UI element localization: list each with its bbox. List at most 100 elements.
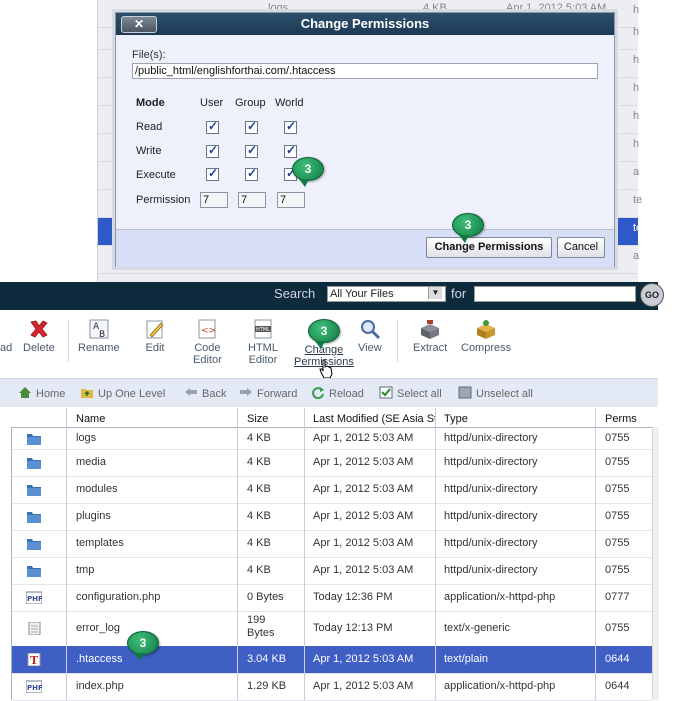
folder-icon [27, 433, 41, 445]
type-column-header[interactable]: Type [444, 413, 468, 425]
file-type-cell: httpd/unix-directory [444, 564, 538, 576]
background-row-tail: h [633, 82, 640, 94]
rename-icon: AB [89, 319, 109, 340]
cancel-button[interactable]: Cancel [557, 237, 605, 258]
select-all-button[interactable]: Select all [379, 386, 442, 400]
table-row[interactable]: error_log 199 Bytes Today 12:13 PM text/x-g… [12, 611, 652, 647]
file-type-cell: httpd/unix-directory [444, 483, 538, 495]
write-row-label: Write [136, 145, 162, 157]
read-row-label: Read [136, 121, 163, 133]
edit-button[interactable]: Edit [144, 318, 166, 354]
table-row[interactable]: tmp 4 KB Apr 1, 2012 5:03 AM httpd/unix-dir… [12, 557, 652, 585]
back-button[interactable]: Back [184, 386, 226, 400]
rename-button[interactable]: AB Rename [78, 318, 120, 354]
html-editor-button[interactable]: HTML HTML Editor [248, 318, 278, 366]
reload-button[interactable]: Reload [311, 386, 364, 400]
select-all-label: Select all [397, 388, 442, 400]
table-scrollbar[interactable] [652, 427, 659, 700]
user-write-checkbox[interactable] [206, 143, 219, 158]
user-read-checkbox[interactable] [206, 119, 219, 134]
folder-icon [27, 458, 41, 469]
home-icon [19, 387, 31, 398]
search-label: Search [274, 286, 316, 301]
extract-button[interactable]: Extract [413, 318, 447, 354]
file-type-cell: httpd/unix-directory [444, 537, 538, 549]
file-size-cell: 4 KB [247, 431, 271, 444]
table-row[interactable]: plugins 4 KB Apr 1, 2012 5:03 AM httpd/unix… [12, 503, 652, 531]
files-field[interactable]: /public_html/englishforthai.com/.htacces… [132, 63, 598, 79]
table-row[interactable]: media 4 KB Apr 1, 2012 5:03 AM httpd/unix-d… [12, 449, 652, 477]
file-type-cell: text/plain [444, 653, 489, 665]
group-write-checkbox[interactable] [245, 143, 258, 158]
compress-button[interactable]: Compress [461, 318, 511, 354]
column-divider [237, 408, 238, 700]
dialog-title: Change Permissions [116, 13, 614, 35]
download-button[interactable]: ad [0, 342, 12, 354]
file-modified-cell: Apr 1, 2012 5:03 AM [313, 431, 414, 444]
user-column-label: User [200, 97, 224, 109]
file-modified-cell: Apr 1, 2012 5:03 AM [313, 483, 414, 495]
user-permission-field[interactable]: 7 [200, 192, 228, 208]
file-name-cell: .htaccess [76, 653, 123, 665]
checked-box-icon [379, 386, 393, 399]
background-row-tail: te [633, 222, 643, 234]
table-row[interactable]: PHP index.php 1.29 KB Apr 1, 2012 5:03 AM ap… [12, 673, 652, 701]
column-divider [595, 408, 596, 700]
files-label: File(s): [132, 49, 166, 61]
world-read-checkbox[interactable] [284, 119, 297, 134]
size-column-header[interactable]: Size [247, 413, 268, 425]
extract-box-icon [421, 320, 440, 339]
view-button[interactable]: View [358, 318, 382, 354]
table-row[interactable]: PHP configuration.php 0 Bytes Today 12:36 P… [12, 584, 652, 612]
php-icon: PHP [26, 591, 42, 604]
folder-icon [27, 485, 41, 496]
world-permission-field[interactable]: 7 [277, 192, 305, 208]
table-row[interactable]: templates 4 KB Apr 1, 2012 5:03 AM httpd/un… [12, 530, 652, 558]
file-perms-cell: 0755 [605, 564, 630, 576]
file-size-cell: 4 KB [247, 456, 271, 468]
world-write-checkbox[interactable] [284, 143, 297, 158]
execute-row-label: Execute [136, 169, 176, 181]
file-perms-cell: 0644 [605, 653, 630, 665]
hand-cursor-icon [319, 359, 333, 379]
svg-text:T: T [30, 654, 39, 666]
svg-text:PHP: PHP [27, 684, 42, 692]
user-execute-checkbox[interactable] [206, 166, 219, 181]
modified-column-header[interactable]: Last Modified (SE Asia St [313, 413, 435, 425]
change-permissions-button[interactable]: Change Permissions [426, 237, 552, 258]
chevron-down-icon[interactable]: ▼ [428, 287, 442, 299]
go-button[interactable]: GO [640, 283, 664, 307]
code-editor-button[interactable]: <> Code Editor [193, 318, 222, 366]
file-modified-cell: Today 12:36 PM [313, 591, 393, 603]
table-row[interactable]: logs 4 KB Apr 1, 2012 5:03 AM httpd/unix-di… [12, 427, 652, 450]
perms-column-header[interactable]: Perms [605, 413, 637, 425]
code-editor-icon: <> [198, 319, 216, 339]
folder-icon [27, 566, 41, 577]
close-button[interactable]: ✕ [121, 16, 157, 33]
step-callout-badge: 3 [127, 631, 159, 661]
svg-text:HTML: HTML [256, 327, 270, 333]
group-execute-checkbox[interactable] [245, 166, 258, 181]
unselect-all-button[interactable]: Unselect all [458, 386, 533, 400]
group-read-checkbox[interactable] [245, 119, 258, 134]
file-perms-cell: 0755 [605, 431, 630, 444]
delete-label: Delete [23, 342, 55, 354]
file-type-cell: httpd/unix-directory [444, 510, 538, 522]
folder-up-icon [81, 389, 93, 398]
search-input[interactable] [474, 286, 636, 302]
delete-button[interactable]: Delete [23, 318, 55, 354]
file-name-cell: logs [76, 431, 97, 444]
file-modified-cell: Apr 1, 2012 5:03 AM [313, 510, 414, 522]
html-editor-label-line1: HTML [248, 342, 278, 354]
forward-button[interactable]: Forward [239, 386, 297, 400]
home-button[interactable]: Home [18, 386, 65, 400]
html-editor-icon: HTML [254, 319, 272, 339]
up-one-level-button[interactable]: Up One Level [80, 386, 165, 400]
table-row[interactable]: modules 4 KB Apr 1, 2012 5:03 AM httpd/unix… [12, 476, 652, 504]
file-size-cell: 3.04 KB [247, 653, 287, 665]
extract-label: Extract [413, 342, 448, 354]
file-modified-cell: Apr 1, 2012 5:03 AM [313, 537, 414, 549]
group-permission-field[interactable]: 7 [238, 192, 266, 208]
table-row[interactable]: T .htaccess 3.04 KB Apr 1, 2012 5:03 AM text… [12, 646, 652, 674]
name-column-header[interactable]: Name [76, 413, 105, 425]
